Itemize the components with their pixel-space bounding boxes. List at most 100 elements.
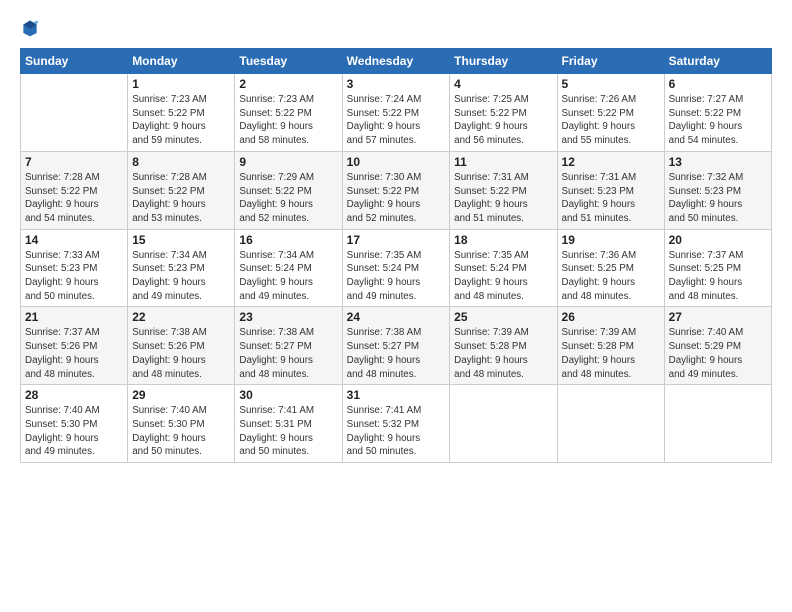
calendar-cell: 26Sunrise: 7:39 AMSunset: 5:28 PMDayligh… <box>557 307 664 385</box>
day-number: 18 <box>454 233 552 247</box>
day-info: Sunrise: 7:40 AMSunset: 5:29 PMDaylight:… <box>669 326 767 381</box>
day-number: 1 <box>132 77 230 91</box>
day-info: Sunrise: 7:23 AMSunset: 5:22 PMDaylight:… <box>239 93 337 148</box>
day-number: 21 <box>25 310 123 324</box>
logo-icon <box>20 18 40 38</box>
day-info: Sunrise: 7:35 AMSunset: 5:24 PMDaylight:… <box>347 249 446 304</box>
calendar-cell: 19 Sunrise: 7:36 AMSunset: 5:25 PMDayligh… <box>557 229 664 307</box>
calendar-cell: 12 Sunrise: 7:31 AMSunset: 5:23 PMDayligh… <box>557 151 664 229</box>
calendar-cell: 31 Sunrise: 7:41 AMSunset: 5:32 PMDayligh… <box>342 385 450 463</box>
day-info: Sunrise: 7:33 AMSunset: 5:23 PMDaylight:… <box>25 249 123 304</box>
day-number: 3 <box>347 77 446 91</box>
calendar-cell: 29 Sunrise: 7:40 AMSunset: 5:30 PMDayligh… <box>128 385 235 463</box>
calendar-cell: 28 Sunrise: 7:40 AMSunset: 5:30 PMDayligh… <box>21 385 128 463</box>
calendar-header-friday: Friday <box>557 49 664 74</box>
day-number: 5 <box>562 77 660 91</box>
calendar-header-tuesday: Tuesday <box>235 49 342 74</box>
day-info: Sunrise: 7:34 AMSunset: 5:23 PMDaylight:… <box>132 249 230 304</box>
calendar-week-row: 28 Sunrise: 7:40 AMSunset: 5:30 PMDayligh… <box>21 385 772 463</box>
day-number: 23 <box>239 310 337 324</box>
calendar-week-row: 21 Sunrise: 7:37 AMSunset: 5:26 PMDayligh… <box>21 307 772 385</box>
day-info: Sunrise: 7:28 AMSunset: 5:22 PMDaylight:… <box>25 171 123 226</box>
calendar-cell: 24 Sunrise: 7:38 AMSunset: 5:27 PMDayligh… <box>342 307 450 385</box>
calendar-cell: 14Sunrise: 7:33 AMSunset: 5:23 PMDayligh… <box>21 229 128 307</box>
day-number: 15 <box>132 233 230 247</box>
calendar-cell <box>557 385 664 463</box>
calendar-cell: 5 Sunrise: 7:26 AMSunset: 5:22 PMDaylight… <box>557 74 664 152</box>
day-number: 11 <box>454 155 552 169</box>
calendar-cell: 15 Sunrise: 7:34 AMSunset: 5:23 PMDayligh… <box>128 229 235 307</box>
calendar-cell: 1 Sunrise: 7:23 AMSunset: 5:22 PMDaylight… <box>128 74 235 152</box>
day-info: Sunrise: 7:41 AMSunset: 5:31 PMDaylight:… <box>239 404 337 459</box>
calendar-cell: 17 Sunrise: 7:35 AMSunset: 5:24 PMDayligh… <box>342 229 450 307</box>
calendar-header-thursday: Thursday <box>450 49 557 74</box>
day-info: Sunrise: 7:37 AMSunset: 5:26 PMDaylight:… <box>25 326 123 381</box>
day-info: Sunrise: 7:38 AMSunset: 5:27 PMDaylight:… <box>347 326 446 381</box>
calendar-week-row: 1 Sunrise: 7:23 AMSunset: 5:22 PMDaylight… <box>21 74 772 152</box>
calendar-cell: 4 Sunrise: 7:25 AMSunset: 5:22 PMDaylight… <box>450 74 557 152</box>
calendar-week-row: 14Sunrise: 7:33 AMSunset: 5:23 PMDayligh… <box>21 229 772 307</box>
day-number: 17 <box>347 233 446 247</box>
day-info: Sunrise: 7:31 AMSunset: 5:23 PMDaylight:… <box>562 171 660 226</box>
day-number: 20 <box>669 233 767 247</box>
calendar-cell: 22 Sunrise: 7:38 AMSunset: 5:26 PMDayligh… <box>128 307 235 385</box>
day-number: 16 <box>239 233 337 247</box>
day-info: Sunrise: 7:41 AMSunset: 5:32 PMDaylight:… <box>347 404 446 459</box>
calendar-cell: 30 Sunrise: 7:41 AMSunset: 5:31 PMDayligh… <box>235 385 342 463</box>
calendar-header-saturday: Saturday <box>664 49 771 74</box>
day-info: Sunrise: 7:25 AMSunset: 5:22 PMDaylight:… <box>454 93 552 148</box>
logo-text <box>20 18 42 38</box>
calendar-cell: 10 Sunrise: 7:30 AMSunset: 5:22 PMDayligh… <box>342 151 450 229</box>
day-info: Sunrise: 7:39 AMSunset: 5:28 PMDaylight:… <box>454 326 552 381</box>
calendar-cell <box>21 74 128 152</box>
calendar-cell: 20Sunrise: 7:37 AMSunset: 5:25 PMDayligh… <box>664 229 771 307</box>
day-info: Sunrise: 7:31 AMSunset: 5:22 PMDaylight:… <box>454 171 552 226</box>
day-info: Sunrise: 7:38 AMSunset: 5:27 PMDaylight:… <box>239 326 337 381</box>
day-number: 10 <box>347 155 446 169</box>
day-number: 31 <box>347 388 446 402</box>
calendar-header-monday: Monday <box>128 49 235 74</box>
day-number: 28 <box>25 388 123 402</box>
calendar-cell <box>664 385 771 463</box>
day-info: Sunrise: 7:40 AMSunset: 5:30 PMDaylight:… <box>25 404 123 459</box>
calendar-cell: 16 Sunrise: 7:34 AMSunset: 5:24 PMDayligh… <box>235 229 342 307</box>
day-number: 25 <box>454 310 552 324</box>
day-number: 24 <box>347 310 446 324</box>
calendar-cell: 8 Sunrise: 7:28 AMSunset: 5:22 PMDaylight… <box>128 151 235 229</box>
calendar-cell: 3Sunrise: 7:24 AMSunset: 5:22 PMDaylight… <box>342 74 450 152</box>
day-number: 12 <box>562 155 660 169</box>
calendar-cell <box>450 385 557 463</box>
calendar-week-row: 7 Sunrise: 7:28 AMSunset: 5:22 PMDaylight… <box>21 151 772 229</box>
calendar-cell: 11 Sunrise: 7:31 AMSunset: 5:22 PMDayligh… <box>450 151 557 229</box>
day-number: 13 <box>669 155 767 169</box>
calendar-page: SundayMondayTuesdayWednesdayThursdayFrid… <box>0 0 792 612</box>
logo <box>20 18 42 38</box>
calendar-header-sunday: Sunday <box>21 49 128 74</box>
day-info: Sunrise: 7:23 AMSunset: 5:22 PMDaylight:… <box>132 93 230 148</box>
day-number: 4 <box>454 77 552 91</box>
day-info: Sunrise: 7:28 AMSunset: 5:22 PMDaylight:… <box>132 171 230 226</box>
day-info: Sunrise: 7:26 AMSunset: 5:22 PMDaylight:… <box>562 93 660 148</box>
day-info: Sunrise: 7:36 AMSunset: 5:25 PMDaylight:… <box>562 249 660 304</box>
day-info: Sunrise: 7:32 AMSunset: 5:23 PMDaylight:… <box>669 171 767 226</box>
day-info: Sunrise: 7:30 AMSunset: 5:22 PMDaylight:… <box>347 171 446 226</box>
calendar-header-wednesday: Wednesday <box>342 49 450 74</box>
day-number: 19 <box>562 233 660 247</box>
day-number: 29 <box>132 388 230 402</box>
day-info: Sunrise: 7:35 AMSunset: 5:24 PMDaylight:… <box>454 249 552 304</box>
day-info: Sunrise: 7:38 AMSunset: 5:26 PMDaylight:… <box>132 326 230 381</box>
day-number: 8 <box>132 155 230 169</box>
calendar-cell: 2 Sunrise: 7:23 AMSunset: 5:22 PMDaylight… <box>235 74 342 152</box>
day-number: 2 <box>239 77 337 91</box>
day-info: Sunrise: 7:40 AMSunset: 5:30 PMDaylight:… <box>132 404 230 459</box>
day-number: 9 <box>239 155 337 169</box>
calendar-cell: 7 Sunrise: 7:28 AMSunset: 5:22 PMDaylight… <box>21 151 128 229</box>
day-number: 7 <box>25 155 123 169</box>
calendar-cell: 9Sunrise: 7:29 AMSunset: 5:22 PMDaylight… <box>235 151 342 229</box>
calendar-cell: 23 Sunrise: 7:38 AMSunset: 5:27 PMDayligh… <box>235 307 342 385</box>
day-info: Sunrise: 7:34 AMSunset: 5:24 PMDaylight:… <box>239 249 337 304</box>
day-number: 6 <box>669 77 767 91</box>
calendar-cell: 13 Sunrise: 7:32 AMSunset: 5:23 PMDayligh… <box>664 151 771 229</box>
day-number: 30 <box>239 388 337 402</box>
day-number: 22 <box>132 310 230 324</box>
